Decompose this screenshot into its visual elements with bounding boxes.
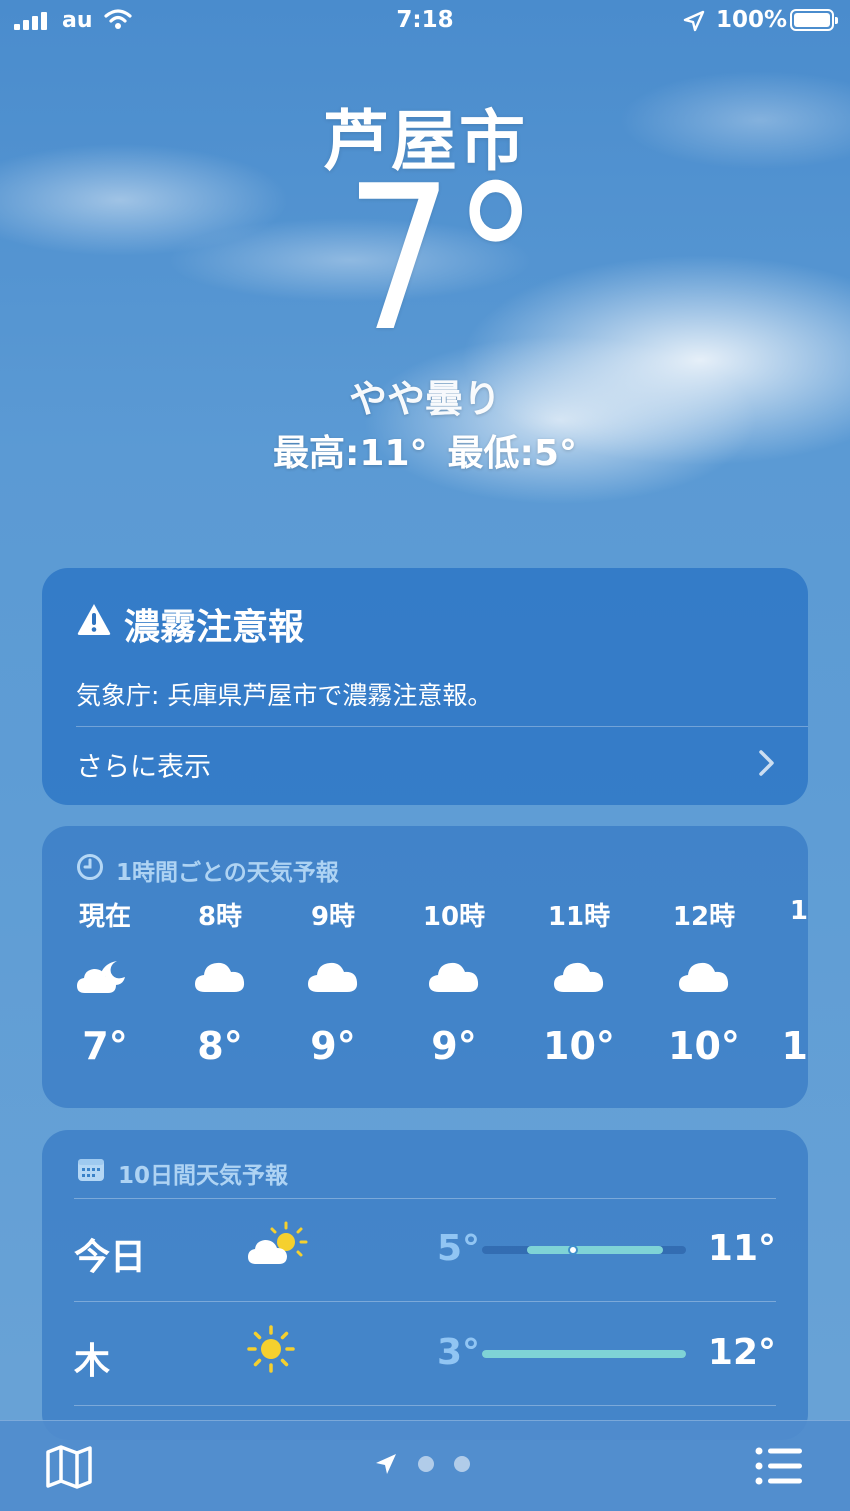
hour-label: 8時: [197, 902, 243, 932]
hour-temp: 9°: [431, 1024, 477, 1068]
hourly-item: 12時 10°: [659, 896, 749, 1068]
hour-label: 1: [789, 896, 808, 926]
weather-condition: やや曇り: [348, 377, 501, 421]
daily-divider: [74, 1198, 776, 1199]
temp-range-fill: [482, 1350, 686, 1358]
day-high: 11°: [707, 1228, 776, 1269]
battery-icon: [790, 9, 838, 31]
current-temp-marker: [567, 1245, 578, 1255]
hourly-item: 11時 10°: [534, 896, 624, 1068]
hour-temp: 8°: [197, 1024, 243, 1068]
daily-row[interactable]: 今日 5° 11°: [74, 1200, 776, 1300]
hourly-item: 現在 7°: [60, 896, 150, 1068]
list-icon[interactable]: [754, 1446, 804, 1486]
cloud-moon-icon: [60, 932, 150, 1022]
alert-divider: [76, 726, 808, 727]
clock-icon: [77, 854, 103, 880]
hour-label: 10時: [422, 902, 486, 932]
map-icon[interactable]: [44, 1444, 94, 1490]
day-low: 5°: [436, 1228, 480, 1269]
day-name: 今日: [74, 1237, 147, 1278]
day-low: 3°: [436, 1332, 480, 1373]
alert-body: 気象庁: 兵庫県芦屋市で濃霧注意報。: [76, 681, 493, 710]
cloud-sun-icon: [246, 1220, 310, 1274]
hour-temp: 9°: [310, 1024, 356, 1068]
hour-label: 9時: [310, 902, 356, 932]
temp-range-fill: [527, 1246, 664, 1254]
hour-temp: 7°: [82, 1024, 128, 1068]
day-name: 木: [74, 1341, 111, 1382]
current-temperature: 7°: [0, 160, 850, 360]
location-arrow-icon: [683, 10, 705, 32]
cloud-icon: [659, 932, 749, 1022]
cloud-icon: [760, 932, 808, 1022]
show-more-link[interactable]: さらに表示: [76, 745, 211, 784]
hour-label: 11時: [547, 902, 611, 932]
cloud-icon: [409, 932, 499, 1022]
sun-icon: [246, 1324, 296, 1378]
high-temp: 最高:11°: [273, 433, 428, 474]
page-dot[interactable]: [454, 1456, 470, 1472]
alert-title: 濃霧注意報: [124, 607, 305, 648]
hourly-item: 8時 8°: [175, 896, 265, 1068]
hour-temp: 1: [781, 1024, 808, 1068]
battery-percent: 100%: [716, 7, 788, 33]
calendar-icon: [78, 1159, 104, 1181]
cloud-icon: [175, 932, 265, 1022]
status-bar: au 7:18 100%: [0, 0, 850, 44]
daily-divider: [74, 1405, 776, 1406]
hourly-item: 11: [760, 896, 808, 1068]
cloud-icon: [534, 932, 624, 1022]
hourly-item: 9時 9°: [288, 896, 378, 1068]
cloud-icon: [288, 932, 378, 1022]
hour-label: 現在: [78, 902, 131, 932]
hour-temp: 10°: [668, 1024, 740, 1068]
current-temperature-value: 7°: [345, 143, 539, 376]
temp-range-bar: [482, 1350, 686, 1358]
daily-forecast-header: 10日間天気予報: [118, 1163, 289, 1189]
high-low: 最高:11° 最低:5°: [0, 424, 850, 476]
page-indicator[interactable]: [374, 1452, 470, 1476]
chevron-right-icon[interactable]: [756, 748, 778, 778]
daily-row[interactable]: 木 3° 12°: [74, 1304, 776, 1404]
page-dot[interactable]: [418, 1456, 434, 1472]
temp-range-bar: [482, 1245, 686, 1255]
hourly-item: 10時 9°: [409, 896, 499, 1068]
warning-triangle-icon: [77, 604, 111, 635]
low-temp: 最低:5°: [447, 433, 577, 474]
hour-label: 12時: [672, 902, 736, 932]
hour-temp: 10°: [543, 1024, 615, 1068]
daily-divider: [74, 1301, 776, 1302]
day-high: 12°: [707, 1332, 776, 1373]
hourly-forecast-header: 1時間ごとの天気予報: [116, 860, 339, 886]
location-page-icon[interactable]: [374, 1452, 398, 1476]
